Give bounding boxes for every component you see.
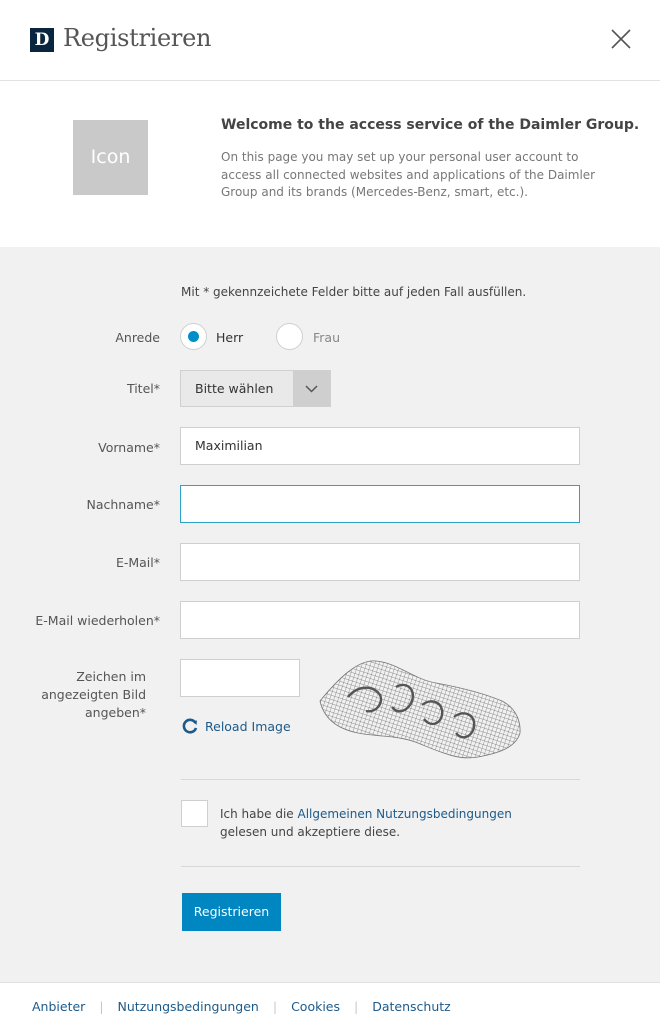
close-button[interactable]: [608, 27, 634, 53]
email-repeat-field[interactable]: [180, 601, 580, 639]
captcha-image: [318, 657, 522, 761]
terms-suffix: gelesen und akzeptiere diese.: [220, 825, 401, 839]
nachname-label: Nachname*: [86, 497, 160, 512]
email-label: E-Mail*: [115, 555, 160, 570]
captcha-input[interactable]: [180, 659, 300, 697]
reload-image-label: Reload Image: [205, 718, 291, 734]
titel-select[interactable]: Bitte wählen: [180, 370, 331, 407]
titel-label: Titel*: [126, 381, 160, 396]
captcha-label: Zeichen im angezeigten Bild angeben*: [0, 668, 146, 722]
captcha-label-line1: Zeichen im: [76, 669, 146, 684]
nachname-field[interactable]: [180, 485, 580, 523]
reload-icon: [182, 718, 198, 734]
footer-separator: |: [99, 999, 104, 1014]
vorname-field[interactable]: Maximilian: [180, 427, 580, 465]
captcha-label-line2: angezeigten Bild: [41, 687, 146, 702]
header: D Registrieren: [0, 0, 660, 81]
terms-text: Ich habe die Allgemeinen Nutzungsbedingu…: [220, 805, 560, 841]
terms-prefix: Ich habe die: [220, 807, 298, 821]
footer-links: Anbieter | Nutzungsbedingungen | Cookies…: [32, 999, 451, 1014]
radio-frau[interactable]: [276, 323, 303, 350]
service-icon: Icon: [73, 120, 148, 195]
email-field[interactable]: [180, 543, 580, 581]
footer: Anbieter | Nutzungsbedingungen | Cookies…: [0, 982, 660, 1030]
titel-select-value: Bitte wählen: [195, 381, 274, 396]
divider-bottom: [181, 866, 580, 867]
email-repeat-label: E-Mail wiederholen*: [35, 613, 160, 628]
registration-form: Mit * gekennzeichete Felder bitte auf je…: [0, 247, 660, 982]
footer-link-anbieter[interactable]: Anbieter: [32, 999, 85, 1014]
radio-herr[interactable]: [180, 323, 207, 350]
footer-link-datenschutz[interactable]: Datenschutz: [372, 999, 451, 1014]
vorname-label: Vorname*: [98, 440, 160, 455]
intro-section: Icon Welcome to the access service of th…: [0, 81, 660, 247]
register-button[interactable]: Registrieren: [182, 893, 281, 931]
footer-separator: |: [272, 999, 278, 1014]
radio-herr-label: Herr: [216, 330, 244, 345]
divider-top: [181, 779, 580, 780]
intro-title: Welcome to the access service of the Dai…: [221, 117, 640, 133]
intro-text: On this page you may set up your persona…: [221, 150, 596, 199]
anrede-label: Anrede: [115, 330, 160, 345]
radio-frau-label: Frau: [313, 330, 341, 345]
footer-link-nutzungsbedingungen[interactable]: Nutzungsbedingungen: [118, 999, 259, 1014]
reload-image-button[interactable]: Reload Image: [181, 716, 291, 736]
terms-link[interactable]: Allgemeinen Nutzungsbedingungen: [297, 807, 511, 821]
footer-separator: |: [354, 999, 359, 1014]
chevron-down-icon: [293, 371, 330, 406]
footer-link-cookies[interactable]: Cookies: [291, 999, 340, 1014]
page-title: Registrieren: [63, 24, 212, 52]
close-icon: [611, 29, 631, 49]
terms-checkbox[interactable]: [181, 800, 208, 827]
required-hint: Mit * gekennzeichete Felder bitte auf je…: [181, 285, 527, 299]
daimler-logo: D: [30, 28, 54, 52]
captcha-label-line3: angeben*: [84, 705, 146, 720]
